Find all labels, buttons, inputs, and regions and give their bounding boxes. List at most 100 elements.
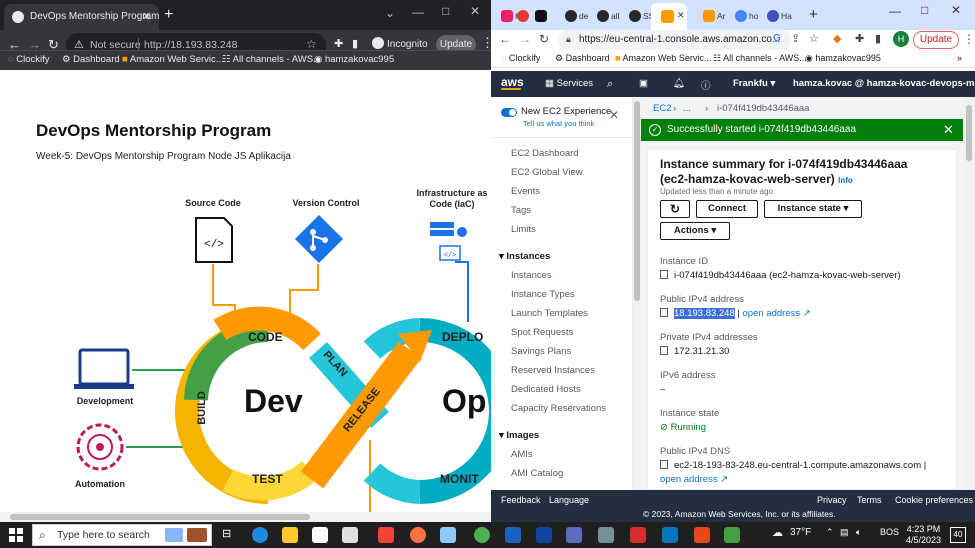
breadcrumb-ec2[interactable]: EC2 bbox=[653, 103, 671, 114]
file-explorer-icon[interactable] bbox=[282, 527, 298, 543]
sidebar-item-spot-requests[interactable]: Spot Requests bbox=[511, 327, 573, 338]
sidebar-item-reserved-instances[interactable]: Reserved Instances bbox=[511, 365, 595, 376]
new-tab-icon[interactable]: + bbox=[164, 6, 173, 24]
windows-start-icon[interactable] bbox=[9, 528, 23, 542]
public-ipv4-text[interactable]: 18.193.83.248 bbox=[674, 308, 735, 319]
sidebar-section-images[interactable]: ▾ Images bbox=[499, 430, 539, 441]
clock[interactable]: 4:23 PM 4/5/2023 bbox=[906, 524, 941, 546]
sidebar-item-amis[interactable]: AMIs bbox=[511, 449, 533, 460]
store-icon[interactable] bbox=[312, 527, 328, 543]
sidebar-item-global-view[interactable]: EC2 Global View bbox=[511, 167, 583, 178]
bookmark-all-channels[interactable]: ☷ All channels - AWS... bbox=[713, 53, 807, 64]
help-icon[interactable]: ⓘ bbox=[701, 78, 711, 92]
app-icon[interactable] bbox=[342, 527, 358, 543]
sidebar-item-limits[interactable]: Limits bbox=[511, 224, 536, 235]
outlook-icon[interactable] bbox=[536, 527, 552, 543]
maximize-icon[interactable]: □ bbox=[921, 3, 928, 17]
minimize-icon[interactable]: — bbox=[412, 5, 424, 19]
back-icon[interactable]: ← bbox=[499, 32, 511, 46]
maximize-icon[interactable]: □ bbox=[442, 4, 449, 18]
connect-button[interactable]: Connect bbox=[696, 200, 758, 218]
main-scroll-thumb[interactable] bbox=[966, 105, 972, 161]
right-update-button[interactable]: Update bbox=[913, 31, 959, 49]
tab-9[interactable]: ho bbox=[731, 6, 761, 26]
left-hscroll-thumb[interactable] bbox=[10, 514, 310, 520]
cloudshell-icon[interactable]: ▣ bbox=[639, 78, 648, 89]
refresh-button[interactable]: ↻ bbox=[660, 200, 690, 218]
tab-10[interactable]: Ha bbox=[763, 6, 793, 26]
sidebar-section-instances[interactable]: ▾ Instances bbox=[499, 251, 550, 262]
footer-language[interactable]: Language bbox=[549, 495, 589, 505]
dismiss-flash-icon[interactable]: ✕ bbox=[943, 122, 954, 138]
left-active-tab[interactable]: DevOps Mentorship Program ✕ bbox=[4, 4, 160, 30]
tab-4[interactable]: de bbox=[561, 6, 591, 26]
main-scrollbar[interactable] bbox=[963, 97, 975, 490]
taskbar-search-box[interactable]: ⌕ Type here to search bbox=[32, 524, 212, 546]
new-experience-toggle[interactable] bbox=[501, 108, 517, 117]
bookmarks-overflow-icon[interactable]: » bbox=[957, 53, 962, 63]
sidebar-icon[interactable]: ▮ bbox=[352, 37, 358, 50]
vscode-icon[interactable] bbox=[662, 527, 678, 543]
copy-icon[interactable] bbox=[660, 346, 668, 355]
more-menu-icon[interactable]: ⋮ bbox=[963, 32, 975, 46]
bookmark-github[interactable]: ◉ hamzakovac995 bbox=[314, 54, 394, 65]
chevron-down-icon[interactable]: ⌄ bbox=[385, 6, 395, 20]
notifications-badge[interactable]: 40 bbox=[950, 527, 966, 543]
info-link[interactable]: Info bbox=[838, 176, 853, 185]
sidebar-item-events[interactable]: Events bbox=[511, 186, 540, 197]
aws-logo[interactable]: aws bbox=[501, 75, 524, 90]
close-tab-icon[interactable]: ✕ bbox=[677, 10, 685, 21]
app-red-icon[interactable] bbox=[378, 527, 394, 543]
breadcrumb-instances[interactable]: ... bbox=[683, 103, 691, 114]
task-view-icon[interactable]: ⊟ bbox=[222, 527, 238, 543]
close-window-icon[interactable]: ✕ bbox=[951, 3, 961, 17]
minimize-icon[interactable]: — bbox=[889, 4, 901, 18]
bookmark-github[interactable]: ◉ hamzakovac995 bbox=[805, 53, 881, 64]
open-address-link[interactable]: open address bbox=[743, 308, 801, 319]
footer-feedback[interactable]: Feedback bbox=[501, 495, 541, 505]
bookmark-all-channels[interactable]: ☷ All channels - AWS... bbox=[222, 54, 321, 65]
sidebar-item-instances[interactable]: Instances bbox=[511, 270, 552, 281]
tray-chevron-icon[interactable]: ⌃ bbox=[826, 527, 834, 538]
google-lens-icon[interactable]: G bbox=[773, 33, 781, 44]
bookmark-dashboard[interactable]: ⚙ Dashboard bbox=[555, 53, 610, 64]
word-icon[interactable] bbox=[505, 527, 521, 543]
bookmark-dashboard[interactable]: ⚙ Dashboard bbox=[62, 54, 120, 65]
firefox-icon[interactable] bbox=[410, 527, 426, 543]
profile-avatar[interactable]: H bbox=[893, 31, 909, 47]
volume-icon[interactable]: 🔈︎ bbox=[856, 527, 861, 538]
vm-icon[interactable] bbox=[598, 527, 614, 543]
bookmark-clockify[interactable]: ◌ Clockify bbox=[501, 53, 540, 63]
share-icon[interactable]: ⇪ bbox=[791, 32, 800, 45]
services-menu[interactable]: ▦ Services bbox=[545, 78, 593, 89]
sidebar-item-dedicated-hosts[interactable]: Dedicated Hosts bbox=[511, 384, 581, 395]
external-link-icon[interactable]: ↗ bbox=[803, 308, 811, 319]
git-icon[interactable] bbox=[694, 527, 710, 543]
forward-icon[interactable]: → bbox=[519, 32, 531, 46]
region-selector[interactable]: Frankfu ▾ bbox=[733, 78, 775, 89]
more-menu-icon[interactable]: ⋮ bbox=[481, 35, 491, 51]
sidebar-scroll-thumb[interactable] bbox=[634, 101, 640, 301]
new-tab-icon[interactable]: + bbox=[809, 6, 818, 23]
app-blue-icon[interactable] bbox=[440, 527, 456, 543]
sidebar-item-launch-templates[interactable]: Launch Templates bbox=[511, 308, 588, 319]
app-icon[interactable] bbox=[630, 527, 646, 543]
copy-icon[interactable] bbox=[660, 308, 668, 317]
close-window-icon[interactable]: ✕ bbox=[470, 4, 480, 18]
left-hscrollbar[interactable] bbox=[0, 512, 491, 522]
sidebar-item-ec2-dashboard[interactable]: EC2 Dashboard bbox=[511, 148, 579, 159]
tab-8[interactable]: Ar bbox=[699, 6, 729, 26]
external-link-icon[interactable]: ↗ bbox=[720, 474, 728, 485]
network-icon[interactable]: ▤ bbox=[840, 527, 849, 538]
sidebar-item-ami-catalog[interactable]: AMI Catalog bbox=[511, 468, 563, 479]
edge-icon[interactable] bbox=[252, 527, 268, 543]
extensions-icon[interactable]: ✚ bbox=[334, 37, 343, 50]
copy-icon[interactable] bbox=[660, 460, 668, 469]
dns-open-address-link[interactable]: open address bbox=[660, 474, 718, 485]
active-tab-aws[interactable]: ✕ bbox=[651, 3, 687, 30]
footer-terms[interactable]: Terms bbox=[857, 495, 882, 505]
bookmark-star-icon[interactable]: ☆ bbox=[809, 32, 819, 45]
metamask-icon[interactable]: ◆ bbox=[833, 32, 841, 45]
instance-state-button[interactable]: Instance state ▾ bbox=[764, 200, 862, 218]
chrome-icon[interactable] bbox=[474, 527, 490, 543]
